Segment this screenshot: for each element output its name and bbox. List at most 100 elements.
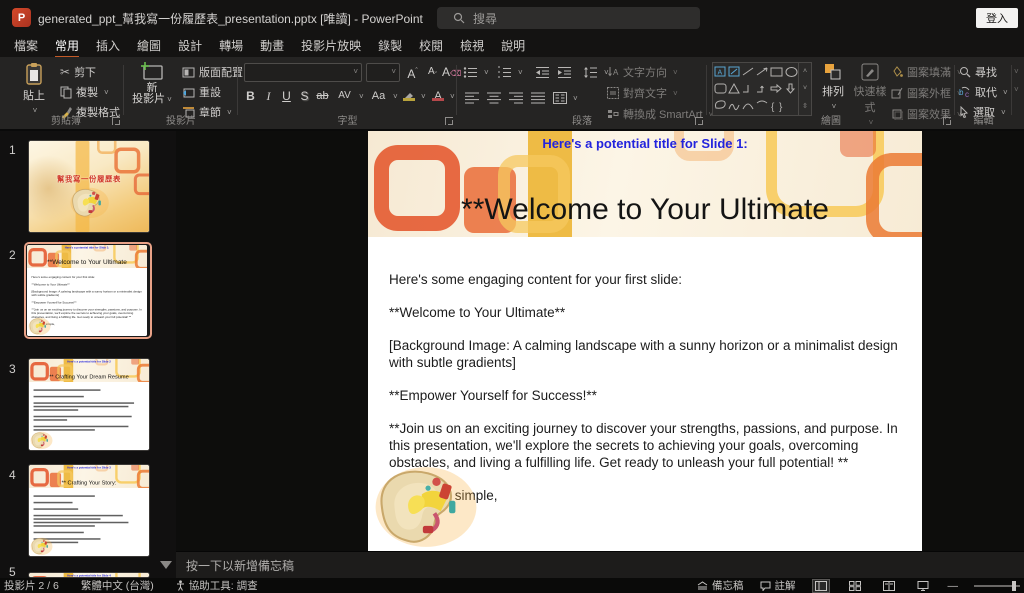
- arrange-button[interactable]: 排列: [817, 62, 849, 112]
- zoom-slider-handle[interactable]: [1012, 580, 1016, 591]
- svg-text:A: A: [718, 70, 723, 77]
- increase-indent-button[interactable]: [557, 63, 572, 81]
- change-case-button[interactable]: Aa: [370, 87, 398, 105]
- tab-file[interactable]: 檔案: [14, 35, 38, 58]
- strikethrough-button[interactable]: ab: [314, 87, 331, 105]
- shape-gallery-scroll[interactable]: ˄ ˅ ⇳: [798, 63, 811, 115]
- paragraph-dialog-launcher-icon[interactable]: [695, 117, 703, 125]
- shrink-font-button[interactable]: Aˇ: [424, 63, 441, 81]
- ribbon: 貼上 ✂ 剪下 複製 複製格式: [0, 57, 1024, 131]
- slide-thumbnail-1[interactable]: 幫我寫一份履歷表: [28, 140, 150, 233]
- bold-button[interactable]: B: [242, 87, 259, 105]
- ear-clipart: [28, 317, 51, 336]
- ear-clipart: [30, 431, 53, 450]
- powerpoint-icon[interactable]: P: [12, 8, 31, 27]
- drawing-dialog-launcher-icon[interactable]: [943, 117, 951, 125]
- bullets-button[interactable]: [463, 63, 489, 81]
- language-indicator[interactable]: 繁體中文 (台灣): [81, 578, 154, 593]
- paste-button[interactable]: 貼上: [14, 62, 54, 116]
- tab-record[interactable]: 錄製: [378, 35, 402, 58]
- chevron-down-icon: [830, 100, 837, 112]
- slideshow-icon: [917, 580, 928, 591]
- chevron-down-icon: [448, 90, 455, 102]
- reading-view-icon: [882, 580, 895, 591]
- layout-icon: [182, 67, 195, 77]
- shape-outline-button[interactable]: 圖案外框: [891, 84, 962, 102]
- accessibility-status[interactable]: 協助工具: 調查: [176, 578, 258, 593]
- reset-button[interactable]: 重設: [182, 83, 221, 101]
- shape-gallery[interactable]: A {} ˄ ˅ ⇳: [712, 62, 812, 116]
- tab-animations[interactable]: 動畫: [260, 35, 284, 58]
- notes-pane[interactable]: 按一下以新增備忘稿: [176, 551, 1024, 578]
- group-paragraph: A 文字方向 對齊文字 轉換成 SmartArt 段落: [457, 57, 707, 129]
- thumbnail-number: 3: [9, 362, 16, 376]
- font-dialog-launcher-icon[interactable]: [445, 117, 453, 125]
- text-shadow-button[interactable]: S: [296, 87, 313, 105]
- font-size-select[interactable]: [366, 63, 400, 82]
- bullet-list-icon: [463, 66, 477, 78]
- tab-home[interactable]: 常用: [55, 35, 80, 58]
- justify-button[interactable]: [531, 89, 545, 107]
- align-center-button[interactable]: [487, 89, 501, 107]
- slideshow-view-button[interactable]: [914, 579, 932, 593]
- decrease-indent-button[interactable]: [535, 63, 550, 81]
- zoom-slider[interactable]: [974, 580, 1020, 591]
- zoom-out-button[interactable]: —: [948, 580, 959, 592]
- slide-thumbnail-4[interactable]: Here's a potential title for Slide 3 ** …: [28, 464, 150, 557]
- find-button[interactable]: 尋找: [959, 63, 997, 81]
- chevron-down-icon: [516, 66, 523, 78]
- font-name-select[interactable]: [244, 63, 362, 82]
- italic-button[interactable]: I: [260, 87, 277, 105]
- slide-paragraph: **Welcome to Your Ultimate**: [389, 305, 566, 320]
- reading-view-button[interactable]: [880, 579, 898, 593]
- notes-toggle-button[interactable]: 備忘稿: [697, 578, 744, 593]
- title-bar: P generated_ppt_幫我寫一份履歷表_presentation.pp…: [0, 0, 1024, 36]
- align-right-button[interactable]: [509, 89, 523, 107]
- tab-insert[interactable]: 插入: [96, 35, 120, 58]
- powerpoint-window: P generated_ppt_幫我寫一份履歷表_presentation.pp…: [0, 0, 1024, 593]
- font-color-button[interactable]: A: [432, 87, 455, 105]
- normal-view-button[interactable]: [811, 578, 830, 593]
- window-title: generated_ppt_幫我寫一份履歷表_presentation.pptx…: [38, 12, 423, 26]
- numbering-button[interactable]: [497, 63, 523, 81]
- chevron-down-icon: [102, 86, 109, 98]
- replace-button[interactable]: b c 取代: [959, 83, 1008, 101]
- tab-draw[interactable]: 繪圖: [137, 35, 161, 58]
- slide-banner-label[interactable]: Here's a potential title for Slide 1:: [368, 136, 922, 151]
- slide-thumbnail-3[interactable]: Here's a potential title for Slide 2 ** …: [28, 358, 150, 451]
- line-spacing-button[interactable]: [583, 63, 609, 81]
- tab-slideshow[interactable]: 投影片放映: [301, 35, 361, 58]
- search-input[interactable]: 搜尋: [437, 7, 700, 29]
- thumbnail-number: 5: [9, 565, 16, 578]
- highlight-color-button[interactable]: [402, 87, 426, 105]
- ear-clipart[interactable]: [372, 465, 480, 549]
- comments-button[interactable]: 註解: [760, 578, 796, 593]
- copy-button[interactable]: 複製: [60, 83, 109, 101]
- grow-font-button[interactable]: AaAˆ: [404, 63, 421, 81]
- highlight-pen-icon: [402, 91, 415, 101]
- new-slide-button[interactable]: 新 投影片: [128, 61, 176, 105]
- slide-thumbnail-2[interactable]: Here's a potential title for Slide 1: **…: [24, 242, 152, 339]
- align-left-button[interactable]: [465, 89, 479, 107]
- underline-button[interactable]: U: [278, 87, 295, 105]
- tab-design[interactable]: 設計: [178, 35, 202, 58]
- shape-fill-button[interactable]: 圖案填滿: [891, 63, 962, 81]
- thumbnail-scroll-down-icon[interactable]: [160, 561, 172, 569]
- tab-view[interactable]: 檢視: [460, 35, 484, 58]
- cut-button[interactable]: ✂ 剪下: [60, 63, 96, 81]
- align-text-button[interactable]: 對齊文字: [607, 84, 678, 102]
- columns-button[interactable]: [553, 89, 578, 107]
- tab-help[interactable]: 說明: [501, 35, 525, 58]
- slide-title[interactable]: **Welcome to Your Ultimate: [368, 193, 922, 227]
- text-direction-button[interactable]: A 文字方向: [607, 63, 678, 81]
- group-clipboard: 貼上 ✂ 剪下 複製 複製格式: [8, 57, 124, 129]
- tab-review[interactable]: 校閱: [419, 35, 443, 58]
- sign-in-button[interactable]: 登入: [976, 8, 1018, 28]
- quick-styles-icon: [861, 63, 879, 81]
- slide-sorter-view-button[interactable]: [846, 579, 864, 593]
- character-spacing-button[interactable]: AV: [336, 87, 364, 105]
- svg-text:c: c: [965, 90, 969, 98]
- clipboard-dialog-launcher-icon[interactable]: [112, 117, 120, 125]
- thumbnail-number: 1: [9, 143, 16, 157]
- tab-transitions[interactable]: 轉場: [219, 35, 243, 58]
